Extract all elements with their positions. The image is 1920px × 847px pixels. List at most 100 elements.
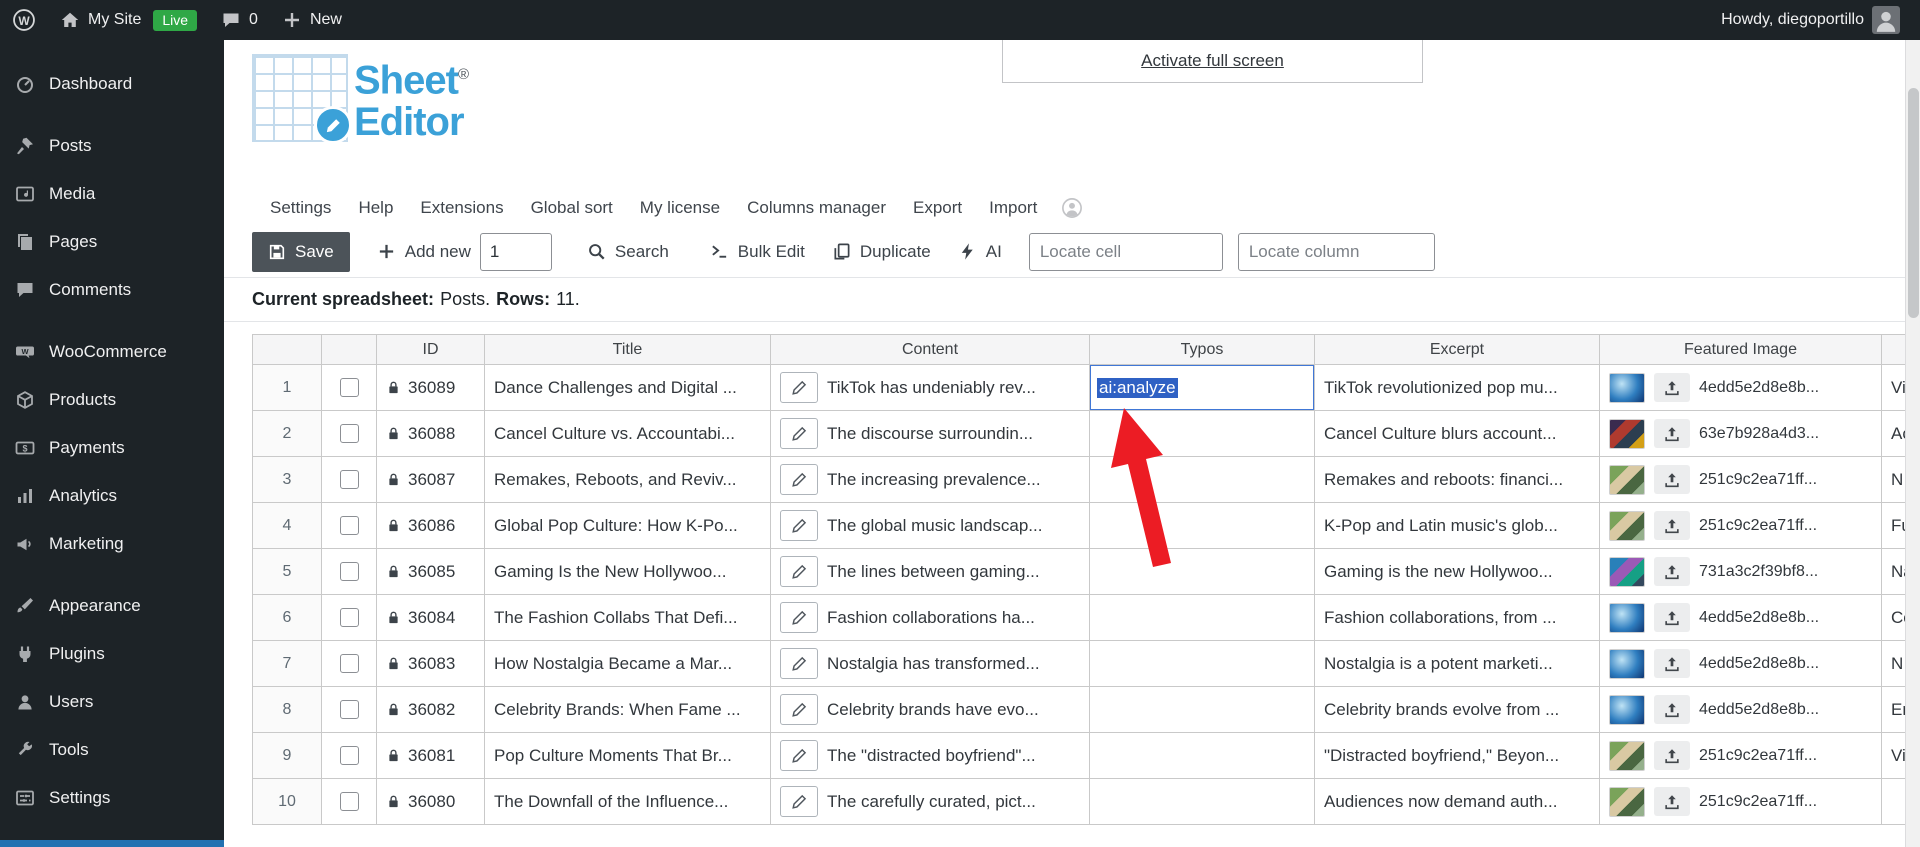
sidebar-item-marketing[interactable]: Marketing — [0, 520, 224, 568]
sidebar-active-item-partial[interactable] — [0, 840, 224, 847]
excerpt-cell[interactable]: Gaming is the new Hollywoo... — [1315, 549, 1600, 595]
search-button[interactable]: Search — [587, 242, 669, 262]
row-number-cell[interactable]: 10 — [253, 779, 322, 825]
nav-item-columns-manager[interactable]: Columns manager — [747, 198, 886, 218]
typos-cell[interactable] — [1090, 687, 1315, 733]
id-cell[interactable]: 36081 — [377, 733, 485, 779]
nav-item-my-license[interactable]: My license — [640, 198, 720, 218]
row-checkbox[interactable] — [339, 516, 359, 535]
upload-image-button[interactable] — [1654, 741, 1690, 770]
excerpt-cell[interactable]: Cancel Culture blurs account... — [1315, 411, 1600, 457]
clipped-column-cell[interactable]: Fu — [1882, 503, 1905, 549]
add-new-button[interactable]: Add new — [377, 242, 471, 262]
typos-cell[interactable] — [1090, 549, 1315, 595]
row-number-cell[interactable]: 3 — [253, 457, 322, 503]
upload-image-button[interactable] — [1654, 649, 1690, 678]
open-content-editor-button[interactable] — [780, 740, 818, 771]
title-cell[interactable]: Global Pop Culture: How K-Po... — [485, 503, 771, 549]
clipped-column-cell[interactable]: Vi — [1882, 365, 1905, 411]
typos-cell[interactable] — [1090, 733, 1315, 779]
content-cell[interactable]: Fashion collaborations ha... — [771, 595, 1090, 641]
sidebar-item-dashboard[interactable]: Dashboard — [0, 60, 224, 108]
id-cell[interactable]: 36087 — [377, 457, 485, 503]
my-site-link[interactable]: My Site Live — [48, 0, 209, 40]
nav-item-help[interactable]: Help — [358, 198, 393, 218]
title-cell[interactable]: The Downfall of the Influence... — [485, 779, 771, 825]
clipped-column-cell[interactable] — [1882, 779, 1905, 825]
excerpt-cell[interactable]: "Distracted boyfriend," Beyon... — [1315, 733, 1600, 779]
sidebar-item-users[interactable]: Users — [0, 678, 224, 726]
ai-button[interactable]: AI — [958, 242, 1002, 262]
row-checkbox[interactable] — [339, 700, 359, 719]
row-number-cell[interactable]: 6 — [253, 595, 322, 641]
save-button[interactable]: Save — [252, 231, 350, 272]
clipped-column-cell[interactable]: N — [1882, 641, 1905, 687]
content-cell[interactable]: The global music landscap... — [771, 503, 1090, 549]
nav-item-extensions[interactable]: Extensions — [420, 198, 503, 218]
open-content-editor-button[interactable] — [780, 510, 818, 541]
excerpt-cell[interactable]: Nostalgia is a potent marketi... — [1315, 641, 1600, 687]
open-content-editor-button[interactable] — [780, 786, 818, 817]
title-cell[interactable]: Pop Culture Moments That Br... — [485, 733, 771, 779]
title-cell[interactable]: Celebrity Brands: When Fame ... — [485, 687, 771, 733]
excerpt-cell[interactable]: TikTok revolutionized pop mu... — [1315, 365, 1600, 411]
clipped-column-cell[interactable]: Er — [1882, 687, 1905, 733]
open-content-editor-button[interactable] — [780, 372, 818, 403]
row-checkbox[interactable] — [339, 470, 359, 489]
new-content-link[interactable]: New — [270, 0, 354, 40]
id-cell[interactable]: 36084 — [377, 595, 485, 641]
add-new-count-input[interactable] — [479, 232, 552, 271]
sidebar-item-analytics[interactable]: Analytics — [0, 472, 224, 520]
select-all-header[interactable] — [322, 335, 377, 365]
clipped-column-cell[interactable]: Vi — [1882, 733, 1905, 779]
featured-image-cell[interactable]: 4edd5e2d8e8b... — [1600, 687, 1882, 733]
upload-image-button[interactable] — [1654, 465, 1690, 494]
id-cell[interactable]: 36083 — [377, 641, 485, 687]
corner-header[interactable] — [253, 335, 322, 365]
clipped-column-cell[interactable]: N — [1882, 457, 1905, 503]
sidebar-item-payments[interactable]: $ Payments — [0, 424, 224, 472]
title-cell[interactable]: Dance Challenges and Digital ... — [485, 365, 771, 411]
locate-column-input[interactable] — [1237, 232, 1435, 271]
excerpt-cell[interactable]: Fashion collaborations, from ... — [1315, 595, 1600, 641]
sidebar-item-appearance[interactable]: Appearance — [0, 582, 224, 630]
title-cell[interactable]: Gaming Is the New Hollywoo... — [485, 549, 771, 595]
row-checkbox[interactable] — [339, 608, 359, 627]
featured-image-cell[interactable]: 4edd5e2d8e8b... — [1600, 365, 1882, 411]
id-cell[interactable]: 36080 — [377, 779, 485, 825]
content-cell[interactable]: The increasing prevalence... — [771, 457, 1090, 503]
featured-image-cell[interactable]: 4edd5e2d8e8b... — [1600, 641, 1882, 687]
row-checkbox[interactable] — [339, 424, 359, 443]
title-cell[interactable]: Remakes, Reboots, and Reviv... — [485, 457, 771, 503]
featured-image-cell[interactable]: 251c9c2ea71ff... — [1600, 457, 1882, 503]
excerpt-cell[interactable]: Audiences now demand auth... — [1315, 779, 1600, 825]
typos-cell[interactable] — [1090, 641, 1315, 687]
title-cell[interactable]: How Nostalgia Became a Mar... — [485, 641, 771, 687]
column-header-id[interactable]: ID — [377, 335, 485, 365]
content-cell[interactable]: Nostalgia has transformed... — [771, 641, 1090, 687]
content-cell[interactable]: Celebrity brands have evo... — [771, 687, 1090, 733]
column-header-typos[interactable]: Typos — [1090, 335, 1315, 365]
featured-image-cell[interactable]: 63e7b928a4d3... — [1600, 411, 1882, 457]
row-checkbox[interactable] — [339, 792, 359, 811]
id-cell[interactable]: 36088 — [377, 411, 485, 457]
wordpress-logo-button[interactable]: W — [0, 0, 48, 40]
sidebar-item-products[interactable]: Products — [0, 376, 224, 424]
row-checkbox[interactable] — [339, 378, 359, 397]
clipped-column-cell[interactable]: Ac — [1882, 411, 1905, 457]
upload-image-button[interactable] — [1654, 511, 1690, 540]
row-number-cell[interactable]: 4 — [253, 503, 322, 549]
sidebar-item-tools[interactable]: Tools — [0, 726, 224, 774]
account-circle-icon[interactable] — [1061, 197, 1083, 219]
sidebar-item-woocommerce[interactable]: W WooCommerce — [0, 328, 224, 376]
content-cell[interactable]: The lines between gaming... — [771, 549, 1090, 595]
open-content-editor-button[interactable] — [780, 464, 818, 495]
sidebar-item-plugins[interactable]: Plugins — [0, 630, 224, 678]
featured-image-cell[interactable]: 4edd5e2d8e8b... — [1600, 595, 1882, 641]
title-cell[interactable]: The Fashion Collabs That Defi... — [485, 595, 771, 641]
id-cell[interactable]: 36086 — [377, 503, 485, 549]
typos-cell[interactable]: ai:analyze — [1090, 365, 1315, 411]
featured-image-cell[interactable]: 731a3c2f39bf8... — [1600, 549, 1882, 595]
nav-item-export[interactable]: Export — [913, 198, 962, 218]
id-cell[interactable]: 36082 — [377, 687, 485, 733]
